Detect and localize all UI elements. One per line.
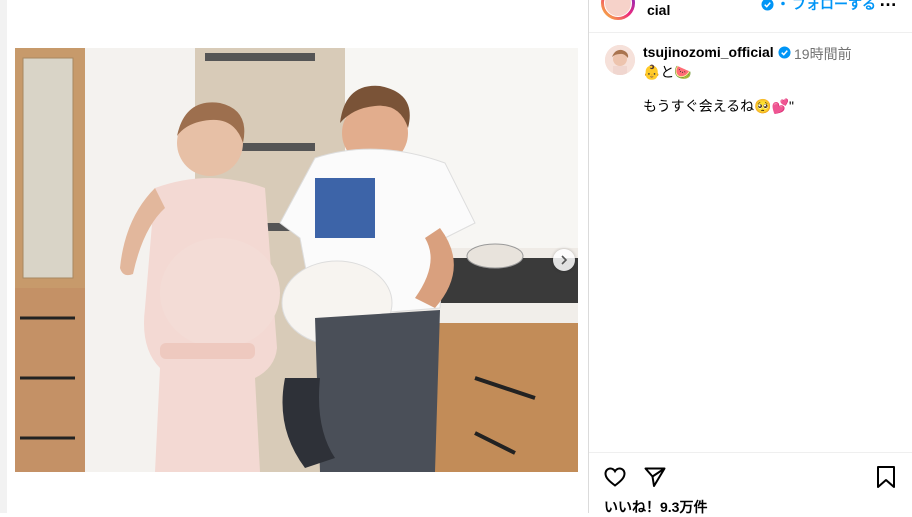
more-options-icon[interactable]: … bbox=[879, 0, 898, 11]
post-timestamp[interactable]: 19時間前 bbox=[794, 44, 852, 64]
post-sidebar: cial ・ フォローする … tsujinozomi_official 19時… bbox=[589, 0, 912, 517]
next-photo-button[interactable] bbox=[553, 249, 575, 271]
follow-button[interactable]: ・ フォローする bbox=[761, 0, 876, 14]
verified-badge-icon bbox=[761, 0, 774, 11]
caption-avatar[interactable] bbox=[605, 45, 635, 75]
caption-username[interactable]: tsujinozomi_official bbox=[643, 44, 774, 60]
author-avatar[interactable] bbox=[601, 0, 635, 20]
verified-badge-icon bbox=[778, 45, 791, 59]
post-actions-bar: いいね！9.3万件 bbox=[589, 452, 912, 517]
caption-text: もうすぐ会えるね🥺💕" bbox=[643, 98, 794, 114]
like-count[interactable]: いいね！9.3万件 bbox=[604, 497, 707, 517]
header-username[interactable]: cial bbox=[647, 2, 670, 18]
share-paper-plane-icon[interactable] bbox=[643, 465, 667, 489]
post-media-panel bbox=[7, 0, 589, 513]
like-heart-icon[interactable] bbox=[603, 465, 627, 489]
caption-emoji-line: 👶と🍉 bbox=[643, 64, 692, 80]
follow-separator: ・ bbox=[776, 0, 790, 12]
chevron-right-icon bbox=[561, 255, 568, 265]
bookmark-icon[interactable] bbox=[875, 465, 897, 489]
post-photo[interactable] bbox=[15, 48, 578, 472]
follow-label: フォローする bbox=[792, 0, 876, 12]
caption-username-row: tsujinozomi_official bbox=[643, 44, 791, 60]
post-header: cial ・ フォローする … bbox=[589, 0, 912, 33]
photo-illustration bbox=[15, 48, 578, 472]
